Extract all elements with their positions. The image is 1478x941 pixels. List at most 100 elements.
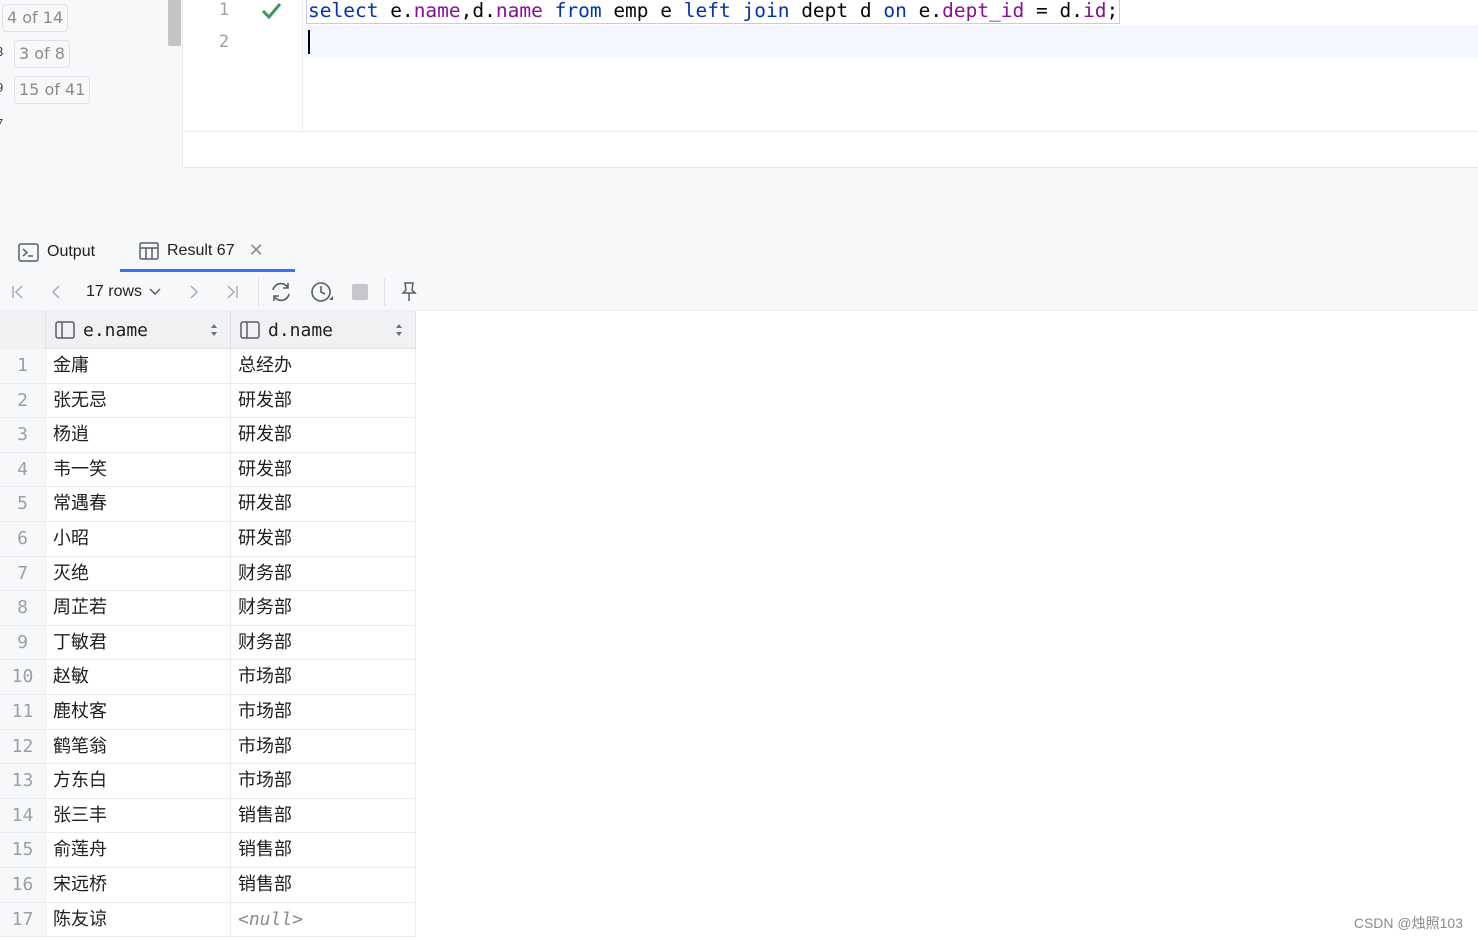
cell-d-name[interactable]: <null> xyxy=(232,902,416,937)
table-row[interactable]: 12 鹤笔翁 市场部 xyxy=(0,729,416,765)
cell-e-name[interactable]: 方东白 xyxy=(47,764,231,798)
table-row[interactable]: 17 陈友谅 <null> xyxy=(0,902,416,938)
clock-icon[interactable] xyxy=(308,280,336,304)
table-row[interactable]: 4 韦一笑 研发部 xyxy=(0,452,416,488)
rows-count-dropdown[interactable]: 17 rows xyxy=(86,280,162,304)
cell-d-name[interactable]: 市场部 xyxy=(232,729,416,764)
toolbar-separator xyxy=(384,278,385,306)
table-row[interactable]: 10 赵敏 市场部 xyxy=(0,660,416,695)
cell-e-name[interactable]: 俞莲舟 xyxy=(47,833,231,867)
editor-footer xyxy=(184,132,1478,168)
cell-e-name[interactable]: 常遇春 xyxy=(47,487,231,521)
cell-d-name[interactable]: 市场部 xyxy=(232,695,416,729)
cell-e-name[interactable]: 鹤笔翁 xyxy=(47,729,231,764)
table-row[interactable]: 7 灭绝 财务部 xyxy=(0,556,416,592)
table-row[interactable]: 5 常遇春 研发部 xyxy=(0,487,416,522)
cell-e-name[interactable]: 赵敏 xyxy=(47,660,231,694)
column-header-e-name[interactable]: e.name xyxy=(47,311,231,349)
cell-d-name[interactable]: 研发部 xyxy=(232,452,416,487)
sql-text: = d. xyxy=(1024,0,1083,22)
cell-d-name[interactable]: 销售部 xyxy=(232,798,416,833)
cell-e-name[interactable]: 张无忌 xyxy=(47,383,231,418)
first-page-icon[interactable] xyxy=(8,280,28,304)
sql-text: ; xyxy=(1106,0,1119,22)
cell-e-name[interactable]: 张三丰 xyxy=(47,798,231,833)
previous-page-icon[interactable] xyxy=(46,280,66,304)
sql-statement[interactable]: select e.name,d.name from emp e left joi… xyxy=(306,0,1121,24)
toolbar-separator xyxy=(258,278,259,306)
sql-field: id xyxy=(1082,0,1107,22)
column-header-label: d.name xyxy=(268,319,334,341)
chevron-down-icon xyxy=(149,288,161,296)
table-row[interactable]: 2 张无忌 研发部 xyxy=(0,383,416,419)
cell-d-name[interactable]: 研发部 xyxy=(232,418,416,452)
navigator-count-badge: 4 of 14 xyxy=(2,4,69,32)
row-number: 6 xyxy=(0,522,46,556)
table-row[interactable]: 3 杨逍 研发部 xyxy=(0,418,416,453)
cell-d-name[interactable]: 财务部 xyxy=(232,556,416,591)
next-page-icon[interactable] xyxy=(184,280,204,304)
sort-icon[interactable] xyxy=(210,323,218,337)
cell-d-name[interactable]: 财务部 xyxy=(232,591,416,625)
cell-e-name[interactable]: 小昭 xyxy=(47,522,231,556)
sql-editor[interactable]: 1 2 select e.name,d.name from emp e left… xyxy=(184,0,1478,132)
table-row[interactable]: 6 小昭 研发部 xyxy=(0,522,416,557)
last-page-icon[interactable] xyxy=(222,280,242,304)
sql-keyword: on xyxy=(883,0,907,22)
row-number: 10 xyxy=(0,660,46,694)
table-row[interactable]: 8 周芷若 财务部 xyxy=(0,591,416,626)
cell-d-name[interactable]: 市场部 xyxy=(232,660,416,694)
sort-icon[interactable] xyxy=(395,323,403,337)
column-header-d-name[interactable]: d.name xyxy=(232,311,416,349)
cell-e-name[interactable]: 灭绝 xyxy=(47,556,231,591)
grid-header: e.name d.name xyxy=(0,311,416,349)
console-icon xyxy=(18,242,39,262)
sql-keyword: left xyxy=(683,0,731,22)
table-row[interactable]: 1 金庸 总经办 xyxy=(0,349,416,384)
cell-d-name[interactable]: 总经办 xyxy=(232,349,416,383)
cell-d-name[interactable]: 市场部 xyxy=(232,764,416,798)
cell-e-name[interactable]: 韦一笑 xyxy=(47,452,231,487)
cell-d-name[interactable]: 研发部 xyxy=(232,487,416,521)
sql-keyword: join xyxy=(742,0,790,22)
column-icon xyxy=(240,321,260,339)
cell-d-name[interactable]: 销售部 xyxy=(232,833,416,867)
row-number: 12 xyxy=(0,729,46,764)
stop-icon[interactable] xyxy=(348,280,372,304)
navigator-scrollbar[interactable] xyxy=(168,0,181,46)
table-row[interactable]: 13 方东白 市场部 xyxy=(0,764,416,799)
cell-e-name[interactable]: 金庸 xyxy=(47,349,231,383)
row-number: 14 xyxy=(0,798,46,833)
table-row[interactable]: 16 宋远桥 销售部 xyxy=(0,868,416,903)
close-icon[interactable]: ✕ xyxy=(249,240,264,261)
cell-e-name[interactable]: 宋远桥 xyxy=(47,868,231,902)
table-row[interactable]: 9 丁敏君 财务部 xyxy=(0,625,416,661)
line-number: 2 xyxy=(218,32,230,52)
cell-e-name[interactable]: 杨逍 xyxy=(47,418,231,452)
row-number: 2 xyxy=(0,383,46,418)
table-row[interactable]: 11 鹿杖客 市场部 xyxy=(0,695,416,730)
row-number: 17 xyxy=(0,902,46,937)
refresh-icon[interactable] xyxy=(268,280,294,304)
cell-e-name[interactable]: 陈友谅 xyxy=(47,902,231,937)
cell-d-name[interactable]: 研发部 xyxy=(232,522,416,556)
tab-result[interactable]: Result 67 ✕ xyxy=(120,232,295,272)
cell-d-name[interactable]: 研发部 xyxy=(232,383,416,418)
table-row[interactable]: 15 俞莲舟 销售部 xyxy=(0,833,416,868)
cell-e-name[interactable]: 丁敏君 xyxy=(47,625,231,660)
cell-e-name[interactable]: 鹿杖客 xyxy=(47,695,231,729)
table-row[interactable]: 14 张三丰 销售部 xyxy=(0,798,416,834)
sql-text: e. xyxy=(906,0,943,22)
row-number: 3 xyxy=(0,418,46,452)
cell-d-name[interactable]: 财务部 xyxy=(232,625,416,660)
row-number: 4 xyxy=(0,452,46,487)
cell-d-name[interactable]: 销售部 xyxy=(232,868,416,902)
row-number: 7 xyxy=(0,556,46,591)
pin-icon[interactable] xyxy=(398,280,420,304)
cell-e-name[interactable]: 周芷若 xyxy=(47,591,231,625)
tab-output[interactable]: Output xyxy=(18,232,95,272)
sql-field: dept_id xyxy=(942,0,1025,22)
row-number: 8 xyxy=(0,591,46,625)
row-number: 5 xyxy=(0,487,46,521)
